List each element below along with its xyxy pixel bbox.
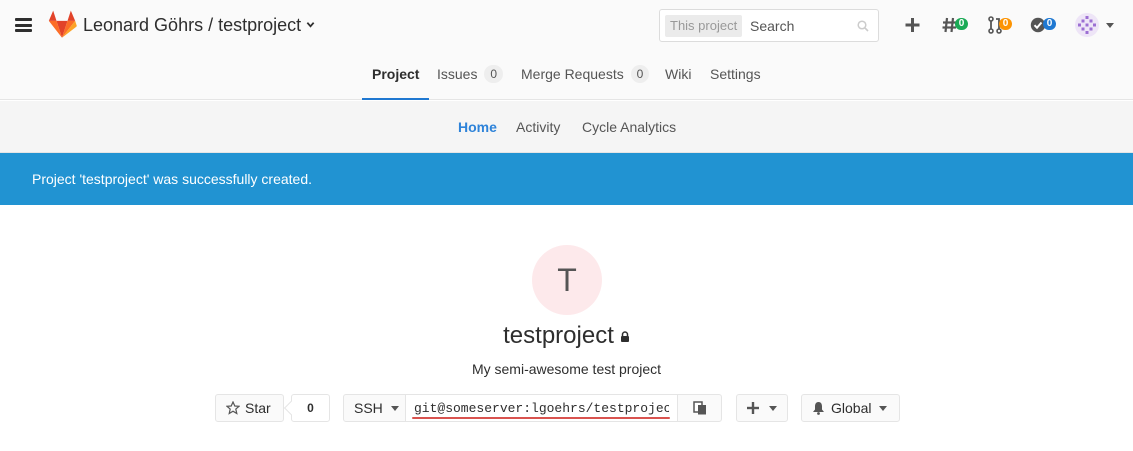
merge-requests-count-badge: 0 [999,18,1012,30]
tab-wiki[interactable]: Wiki [665,52,691,100]
top-header: Leonard Göhrs / testproject This project… [0,0,1133,100]
subtab-home[interactable]: Home [458,101,497,153]
tab-issues[interactable]: Issues 0 [437,52,504,100]
clone-protocol-dropdown[interactable]: SSH [343,394,406,422]
todos-shortcut[interactable]: 0 [1030,13,1060,37]
project-name: testproject [503,322,614,349]
lock-icon [620,331,629,342]
notification-level-dropdown[interactable]: Global [801,394,900,422]
bell-icon [813,402,824,415]
project-title-dropdown[interactable]: Leonard Göhrs / testproject [83,15,315,36]
search-box: This project [659,9,879,42]
tab-label: Merge Requests [521,66,624,82]
gitlab-logo-icon[interactable] [47,10,77,38]
plus-icon [747,402,760,414]
copy-url-button[interactable] [677,394,722,422]
merge-requests-shortcut[interactable]: 0 [988,13,1018,37]
search-scope-badge[interactable]: This project [665,15,743,37]
star-icon [226,401,240,415]
new-item-plus-icon[interactable] [904,13,921,37]
chevron-down-icon [306,22,315,28]
caret-down-icon [1106,23,1114,28]
tab-merge-requests[interactable]: Merge Requests 0 [521,52,650,100]
merge-requests-count: 0 [630,65,650,83]
project-description: My semi-awesome test project [471,361,662,377]
project-nav: Project Issues 0 Merge Requests 0 Wiki S… [0,52,1133,100]
subtab-activity[interactable]: Activity [516,101,560,153]
subtab-cycle-analytics[interactable]: Cycle Analytics [582,101,676,153]
issues-count-badge: 0 [955,18,968,30]
star-count[interactable]: 0 [291,394,330,422]
search-icon [857,20,869,32]
caret-down-icon [390,406,399,411]
caret-down-icon [768,406,777,411]
user-menu-dropdown[interactable] [1075,13,1120,37]
sub-nav: Home Activity Cycle Analytics [0,101,1133,153]
project-path: Leonard Göhrs / testproject [83,15,302,35]
todos-count-badge: 0 [1043,18,1056,30]
menu-toggle-icon[interactable] [15,18,32,32]
project-name-heading: testproject [0,322,1133,350]
user-avatar [1075,13,1099,37]
tab-settings[interactable]: Settings [710,52,761,100]
clipboard-icon [692,401,706,415]
issues-count: 0 [484,65,504,83]
project-avatar: T [532,245,602,315]
tab-project[interactable]: Project [362,52,430,100]
issues-shortcut[interactable]: 0 [942,13,972,37]
star-button[interactable]: Star [215,394,284,422]
tab-label: Issues [437,66,478,82]
star-label: Star [245,400,271,416]
add-new-dropdown[interactable] [736,394,788,422]
spellcheck-underline [412,417,670,419]
caret-down-icon [879,406,888,411]
notification-level-label: Global [831,400,872,416]
clone-protocol-label: SSH [354,400,383,416]
search-input[interactable] [750,15,850,37]
flash-notice: Project 'testproject' was successfully c… [0,153,1133,205]
